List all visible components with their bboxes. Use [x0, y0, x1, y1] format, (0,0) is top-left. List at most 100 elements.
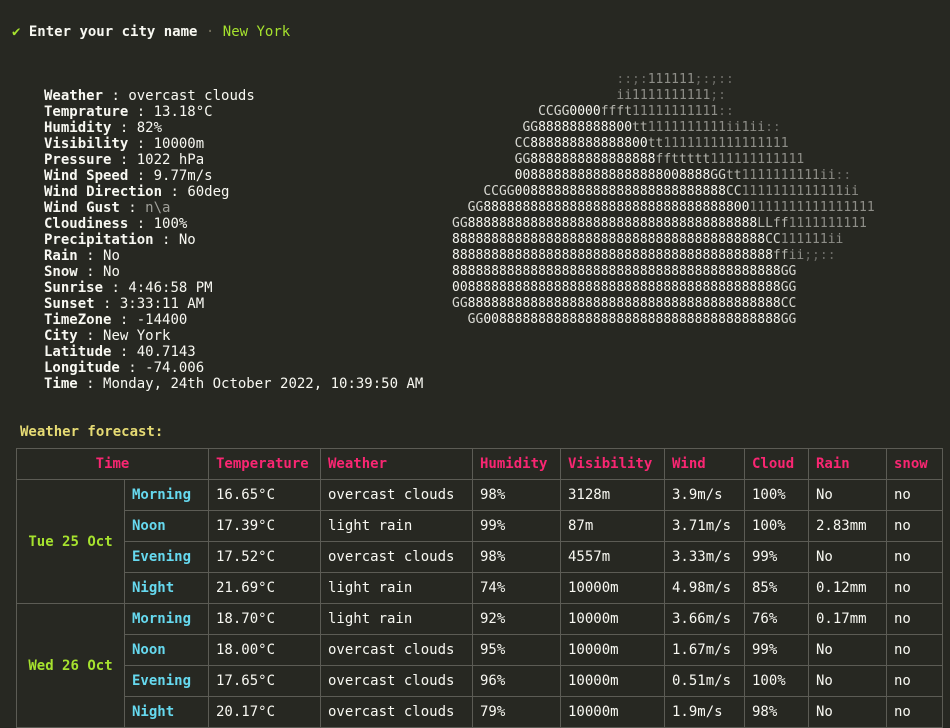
table-row: Evening 17.52°C overcast clouds 98% 4557m 3.3…	[17, 541, 943, 573]
info-label: Cloudiness	[44, 216, 129, 232]
header-rain: Rain	[808, 448, 887, 480]
snow-cell: no	[886, 510, 943, 542]
info-label: Humidity	[44, 120, 112, 136]
info-value: -74.006	[145, 360, 205, 376]
weather-cell: overcast clouds	[320, 634, 473, 666]
humidity-cell: 92%	[472, 603, 561, 635]
ascii-art-line: CCGG0000ffft11111111111::	[538, 104, 734, 119]
weather-cell: light rain	[320, 510, 473, 542]
info-label: Time	[44, 376, 78, 392]
rain-cell: No	[808, 634, 887, 666]
info-value: 40.7143	[136, 344, 196, 360]
weather-cell: light rain	[320, 572, 473, 604]
info-row: Time : Monday, 24th October 2022, 10:39:…	[44, 376, 424, 392]
info-row: City : New York	[44, 328, 171, 344]
period-cell: Night	[124, 696, 209, 728]
info-label: Pressure	[44, 152, 112, 168]
header-snow: snow	[886, 448, 943, 480]
rain-cell: 2.83mm	[808, 510, 887, 542]
info-value: 3:33:11 AM	[119, 296, 205, 312]
info-label: Sunrise	[44, 280, 104, 296]
table-row: Night 20.17°C overcast clouds 79% 10000m 1.9m…	[17, 696, 943, 728]
ascii-art-line: GG8888888888888888ffttttt111111111111	[514, 152, 805, 167]
info-row: Cloudiness : 100%	[44, 216, 188, 232]
temperature-cell: 17.65°C	[208, 665, 321, 697]
ascii-art-line: 0088888888888888888008888GGtt1111111111i…	[514, 168, 852, 183]
prompt-question: Enter your city name	[28, 24, 198, 40]
ascii-art-line: 0088888888888888888888888888888888888888…	[452, 280, 797, 295]
wind-cell: 1.9m/s	[664, 696, 745, 728]
info-value: n\a	[145, 200, 171, 216]
info-row: Wind Direction : 60deg	[44, 184, 230, 200]
prompt-answer[interactable]: New York	[223, 24, 290, 40]
visibility-cell: 87m	[560, 510, 665, 542]
info-label: TimeZone	[44, 312, 112, 328]
info-row: Snow : No	[44, 264, 120, 280]
info-label: Visibility	[44, 136, 129, 152]
info-row: Humidity : 82%	[44, 120, 163, 136]
info-value: No	[178, 232, 196, 248]
visibility-cell: 10000m	[560, 603, 665, 635]
info-label: Precipitation	[44, 232, 154, 248]
ascii-art-line: ::;:111111;:;::	[616, 72, 734, 87]
ascii-art-line: 8888888888888888888888888888888888888888…	[452, 248, 836, 263]
info-row: TimeZone : -14400	[44, 312, 188, 328]
cloud-cell: 100%	[744, 510, 809, 542]
info-label: Latitude	[44, 344, 112, 360]
rain-cell: No	[808, 541, 887, 573]
visibility-cell: 10000m	[560, 634, 665, 666]
info-value: 60deg	[187, 184, 230, 200]
table-row: Wed 26 Oct Morning 18.70°C light rain 92% 100…	[16, 603, 943, 728]
ascii-art-line: GG00888888888888888888888888888888888888…	[467, 312, 797, 327]
info-value: 82%	[136, 120, 163, 136]
snow-cell: no	[886, 479, 943, 511]
rain-cell: 0.17mm	[808, 603, 887, 635]
wind-cell: 0.51m/s	[664, 665, 745, 697]
weather-cell: light rain	[320, 603, 473, 635]
snow-cell: no	[886, 572, 943, 604]
header-weather: Weather	[320, 448, 473, 480]
temperature-cell: 17.52°C	[208, 541, 321, 573]
ascii-art-line: CCGG008888888888888888888888888CC1111111…	[483, 184, 860, 199]
wind-cell: 3.9m/s	[664, 479, 745, 511]
cloud-cell: 100%	[744, 479, 809, 511]
humidity-cell: 79%	[472, 696, 561, 728]
period-cell: Night	[124, 572, 209, 604]
info-label: Rain	[44, 248, 78, 264]
info-row: Pressure : 1022 hPa	[44, 152, 205, 168]
terminal-window: ✔ Enter your city name · New York Weathe…	[0, 0, 950, 728]
info-value: 1022 hPa	[136, 152, 205, 168]
info-value: overcast clouds	[128, 88, 255, 104]
rain-cell: No	[808, 696, 887, 728]
cloud-cell: 100%	[744, 665, 809, 697]
info-label: Temprature	[44, 104, 129, 120]
info-label: Weather	[44, 88, 104, 104]
header-time: Time	[16, 448, 209, 480]
temperature-cell: 17.39°C	[208, 510, 321, 542]
info-value: 13.18°C	[153, 104, 213, 120]
header-visibility: Visibility	[560, 448, 665, 480]
ascii-art-line: GG8888888888888888888888888888888888888L…	[452, 216, 867, 231]
temperature-cell: 21.69°C	[208, 572, 321, 604]
header-cloud: Cloud	[744, 448, 809, 480]
info-value: 9.77m/s	[153, 168, 213, 184]
temperature-cell: 20.17°C	[208, 696, 321, 728]
forecast-header-row: Time Temperature Weather Humidity Visibi…	[16, 448, 943, 480]
visibility-cell: 10000m	[560, 665, 665, 697]
city-prompt: ✔ Enter your city name · New York	[12, 23, 290, 41]
checkmark-icon: ✔	[12, 24, 21, 40]
weather-cell: overcast clouds	[320, 696, 473, 728]
info-value: -14400	[136, 312, 188, 328]
snow-cell: no	[886, 603, 943, 635]
wind-cell: 3.71m/s	[664, 510, 745, 542]
forecast-title: Weather forecast:	[20, 424, 164, 440]
period-cell: Morning	[124, 479, 209, 511]
info-row: Weather : overcast clouds	[44, 88, 255, 104]
snow-cell: no	[886, 541, 943, 573]
cloud-cell: 99%	[744, 634, 809, 666]
period-cell: Evening	[124, 541, 209, 573]
info-value: 10000m	[153, 136, 205, 152]
humidity-cell: 95%	[472, 634, 561, 666]
table-row: Evening 17.65°C overcast clouds 96% 10000m 0.…	[17, 665, 943, 697]
ascii-art-line: 8888888888888888888888888888888888888888…	[452, 264, 797, 279]
